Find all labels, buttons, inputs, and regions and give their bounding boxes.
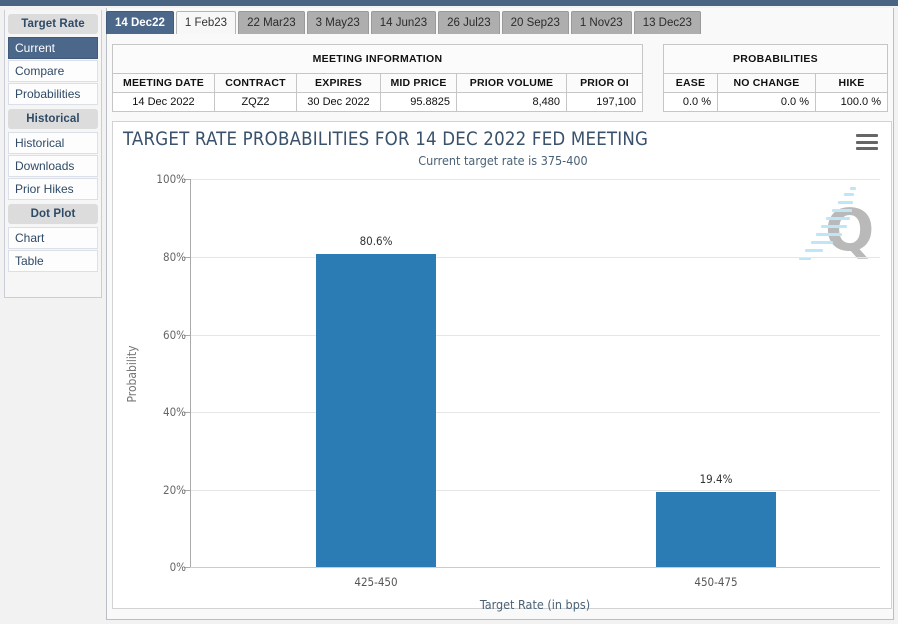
gridline-40 [190,412,880,413]
x-axis-line [190,567,880,568]
col-prior-oi: PRIOR OI [566,73,643,93]
col-prior-volume: PRIOR VOLUME [456,73,567,93]
sidebar-group-header-target-rate: Target Rate [8,14,98,34]
cell-no-change: 0.0 % [717,92,816,112]
x-tick-label-450-475: 450-475 [694,575,738,589]
sidebar-item-current[interactable]: Current [8,37,98,59]
chart-subtitle: Current target rate is 375-400 [418,153,588,168]
col-meeting-date: MEETING DATE [112,73,215,93]
x-tick-label-425-450: 425-450 [354,575,398,589]
col-no-change: NO CHANGE [717,73,816,93]
y-tick-label-20: 20% [163,483,186,497]
y-tick-label-80: 80% [163,250,186,264]
x-axis-title: Target Rate (in bps) [479,597,591,612]
table-row: 14 Dec 2022 ZQZ2 30 Dec 2022 95.8825 8,4… [112,92,643,112]
tab-1-feb23[interactable]: 1 Feb23 [175,11,237,34]
sidebar-nav: Target Rate Current Compare Probabilitie… [4,10,102,298]
sidebar-item-probabilities[interactable]: Probabilities [8,83,98,105]
cell-prior-volume: 8,480 [456,92,567,112]
cell-mid-price: 95.8825 [380,92,457,112]
hamburger-menu-icon[interactable] [856,134,878,150]
table-row: 0.0 % 0.0 % 100.0 % [663,92,888,112]
hamburger-line [856,140,878,144]
sidebar-item-compare[interactable]: Compare [8,60,98,82]
chart-title: TARGET RATE PROBABILITIES FOR 14 DEC 202… [123,129,649,150]
y-axis-line [190,179,191,568]
col-hike: HIKE [815,73,888,93]
meeting-date-tabs: 14 Dec22 1 Feb23 22 Mar23 3 May23 14 Jun… [106,8,701,34]
sidebar-item-prior-hikes[interactable]: Prior Hikes [8,178,98,200]
y-tick-label-100: 100% [156,172,186,186]
col-ease: EASE [663,73,718,93]
y-tick-label-0: 0% [169,560,186,574]
sidebar-item-downloads[interactable]: Downloads [8,155,98,177]
col-expires: EXPIRES [296,73,381,93]
chart-card: TARGET RATE PROBABILITIES FOR 14 DEC 202… [112,121,892,612]
tab-1-nov23[interactable]: 1 Nov23 [570,11,632,34]
cell-meeting-date: 14 Dec 2022 [112,92,215,112]
y-tick-label-40: 40% [163,405,186,419]
gridline-80 [190,257,880,258]
tab-26-jul23[interactable]: 26 Jul23 [438,11,500,34]
probabilities-title: PROBABILITIES [663,44,888,74]
gridline-60 [190,335,880,336]
tab-14-jun23[interactable]: 14 Jun23 [370,11,437,34]
y-axis-title: Probability [125,345,139,403]
cell-contract: ZQZ2 [214,92,297,112]
sidebar: Target Rate Current Compare Probabilitie… [0,6,105,624]
hamburger-line [856,134,878,137]
meeting-information-title: MEETING INFORMATION [112,44,643,74]
tab-20-sep23[interactable]: 20 Sep23 [501,11,569,34]
cell-ease: 0.0 % [663,92,718,112]
bar-425-450[interactable] [316,253,436,567]
tab-3-may23[interactable]: 3 May23 [306,11,369,34]
sidebar-item-historical[interactable]: Historical [8,132,98,154]
tab-22-mar23[interactable]: 22 Mar23 [238,11,305,34]
tab-13-dec23[interactable]: 13 Dec23 [633,11,701,34]
cell-prior-oi: 197,100 [566,92,643,112]
watermark-letter-q: Q [825,196,875,264]
cell-expires: 30 Dec 2022 [296,92,381,112]
gridline-100 [190,179,880,180]
meeting-information-table: MEETING INFORMATION MEETING DATE CONTRAC… [112,44,643,112]
sidebar-item-table[interactable]: Table [8,250,98,272]
col-contract: CONTRACT [214,73,297,93]
sidebar-item-chart[interactable]: Chart [8,227,98,249]
bar-450-475[interactable] [656,491,776,567]
cell-hike: 100.0 % [815,92,888,112]
tab-14-dec22[interactable]: 14 Dec22 [106,11,174,34]
probabilities-table: PROBABILITIES EASE NO CHANGE HIKE 0.0 % … [663,44,888,112]
hamburger-line [856,147,878,150]
y-tick-label-60: 60% [163,328,186,342]
summary-tables: MEETING INFORMATION MEETING DATE CONTRAC… [112,44,892,118]
bar-value-label-425-450: 80.6% [359,234,393,248]
plot-area: Q 100% 80% 60% 40% 20% 0% Probability 80… [125,172,880,612]
bar-value-label-450-475: 19.4% [699,472,733,486]
sidebar-group-header-historical: Historical [8,109,98,129]
col-mid-price: MID PRICE [380,73,457,93]
sidebar-group-header-dot-plot: Dot Plot [8,204,98,224]
gridline-20 [190,490,880,491]
